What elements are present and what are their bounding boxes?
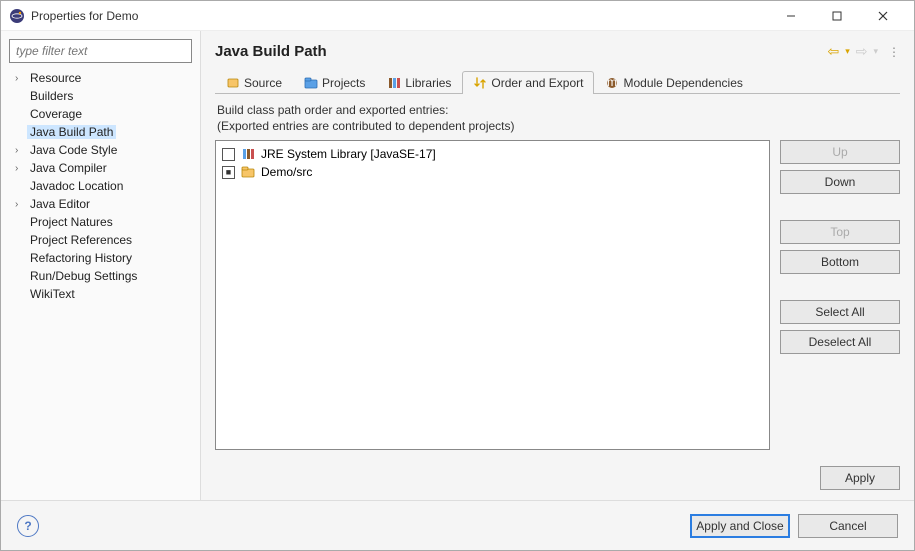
description-line1: Build class path order and exported entr… xyxy=(217,102,898,118)
side-buttons: Up Down Top Bottom Select All Deselect A… xyxy=(780,140,900,450)
list-item-label: JRE System Library [JavaSE-17] xyxy=(261,147,436,161)
tree-item-label: Project Natures xyxy=(27,215,116,229)
bottom-button[interactable]: Bottom xyxy=(780,250,900,274)
library-icon xyxy=(241,147,255,161)
tree-item-label: Java Build Path xyxy=(27,125,116,139)
deselect-all-button[interactable]: Deselect All xyxy=(780,330,900,354)
sidebar: ›ResourceBuildersCoverageJava Build Path… xyxy=(1,31,201,500)
eclipse-icon xyxy=(9,8,25,24)
back-icon[interactable]: ⇦ xyxy=(827,43,839,60)
projects-icon xyxy=(304,76,318,90)
forward-icon[interactable]: ⇨ xyxy=(856,43,868,60)
tab-module-dependencies[interactable]: m Module Dependencies xyxy=(594,71,753,94)
export-checkbox[interactable] xyxy=(222,166,235,179)
tree-item-label: Run/Debug Settings xyxy=(27,269,140,283)
tab-projects[interactable]: Projects xyxy=(293,71,376,94)
list-item-label: Demo/src xyxy=(261,165,312,179)
category-tree: ›ResourceBuildersCoverageJava Build Path… xyxy=(9,69,192,492)
list-item[interactable]: JRE System Library [JavaSE-17] xyxy=(220,145,765,163)
expand-arrow-icon[interactable]: › xyxy=(15,199,27,210)
expand-arrow-icon[interactable]: › xyxy=(15,73,27,84)
tree-item-label: Java Editor xyxy=(27,197,93,211)
tree-item-label: Refactoring History xyxy=(27,251,135,265)
apply-button[interactable]: Apply xyxy=(820,466,900,490)
libraries-icon xyxy=(387,76,401,90)
tree-item-label: Java Code Style xyxy=(27,143,120,157)
tree-item-coverage[interactable]: Coverage xyxy=(9,105,192,123)
maximize-button[interactable] xyxy=(814,2,860,30)
tab-source[interactable]: Source xyxy=(215,71,293,94)
tab-order-and-export[interactable]: Order and Export xyxy=(462,71,594,94)
tab-label: Projects xyxy=(322,76,365,90)
top-button[interactable]: Top xyxy=(780,220,900,244)
tree-item-wikitext[interactable]: WikiText xyxy=(9,285,192,303)
module-icon: m xyxy=(605,76,619,90)
tree-item-label: Builders xyxy=(27,89,76,103)
tree-item-builders[interactable]: Builders xyxy=(9,87,192,105)
window-title: Properties for Demo xyxy=(31,9,768,23)
page-title: Java Build Path xyxy=(215,43,327,60)
tab-libraries[interactable]: Libraries xyxy=(376,71,462,94)
tree-item-resource[interactable]: ›Resource xyxy=(9,69,192,87)
footer: ? Apply and Close Cancel xyxy=(1,500,914,550)
apply-close-button[interactable]: Apply and Close xyxy=(690,514,790,538)
svg-text:m: m xyxy=(607,76,617,89)
tree-item-project-natures[interactable]: Project Natures xyxy=(9,213,192,231)
tree-item-refactoring-history[interactable]: Refactoring History xyxy=(9,249,192,267)
tab-label: Libraries xyxy=(405,76,451,90)
list-item[interactable]: Demo/src xyxy=(220,163,765,181)
tab-label: Module Dependencies xyxy=(623,76,742,90)
tree-item-label: Coverage xyxy=(27,107,85,121)
description: Build class path order and exported entr… xyxy=(215,94,900,140)
select-all-button[interactable]: Select All xyxy=(780,300,900,324)
content-pane: Java Build Path ⇦ ▾ ⇨ ▾ ⋮ Source Projects… xyxy=(201,31,914,500)
tree-item-project-references[interactable]: Project References xyxy=(9,231,192,249)
minimize-button[interactable] xyxy=(768,2,814,30)
menu-icon[interactable]: ⋮ xyxy=(888,45,900,59)
tree-item-java-build-path[interactable]: Java Build Path xyxy=(9,123,192,141)
tree-item-java-code-style[interactable]: ›Java Code Style xyxy=(9,141,192,159)
description-line2: (Exported entries are contributed to dep… xyxy=(217,118,898,134)
tab-label: Order and Export xyxy=(491,76,583,90)
tree-item-label: Resource xyxy=(27,71,84,85)
tree-item-label: WikiText xyxy=(27,287,78,301)
order-list[interactable]: JRE System Library [JavaSE-17] Demo/src xyxy=(215,140,770,450)
forward-menu-icon[interactable]: ▾ xyxy=(873,46,878,57)
tree-item-run-debug-settings[interactable]: Run/Debug Settings xyxy=(9,267,192,285)
up-button[interactable]: Up xyxy=(780,140,900,164)
tree-item-label: Project References xyxy=(27,233,135,247)
expand-arrow-icon[interactable]: › xyxy=(15,163,27,174)
tree-item-label: Java Compiler xyxy=(27,161,110,175)
folder-icon xyxy=(241,165,255,179)
help-icon[interactable]: ? xyxy=(17,515,39,537)
source-icon xyxy=(226,76,240,90)
tabs: Source Projects Libraries Order and Export m… xyxy=(215,70,900,94)
export-checkbox[interactable] xyxy=(222,148,235,161)
tree-item-javadoc-location[interactable]: Javadoc Location xyxy=(9,177,192,195)
cancel-button[interactable]: Cancel xyxy=(798,514,898,538)
tab-label: Source xyxy=(244,76,282,90)
order-icon xyxy=(473,76,487,90)
close-button[interactable] xyxy=(860,2,906,30)
down-button[interactable]: Down xyxy=(780,170,900,194)
filter-input[interactable] xyxy=(9,39,192,63)
titlebar: Properties for Demo xyxy=(1,1,914,31)
tree-item-label: Javadoc Location xyxy=(27,179,126,193)
tree-item-java-compiler[interactable]: ›Java Compiler xyxy=(9,159,192,177)
back-menu-icon[interactable]: ▾ xyxy=(845,46,850,57)
expand-arrow-icon[interactable]: › xyxy=(15,145,27,156)
tree-item-java-editor[interactable]: ›Java Editor xyxy=(9,195,192,213)
